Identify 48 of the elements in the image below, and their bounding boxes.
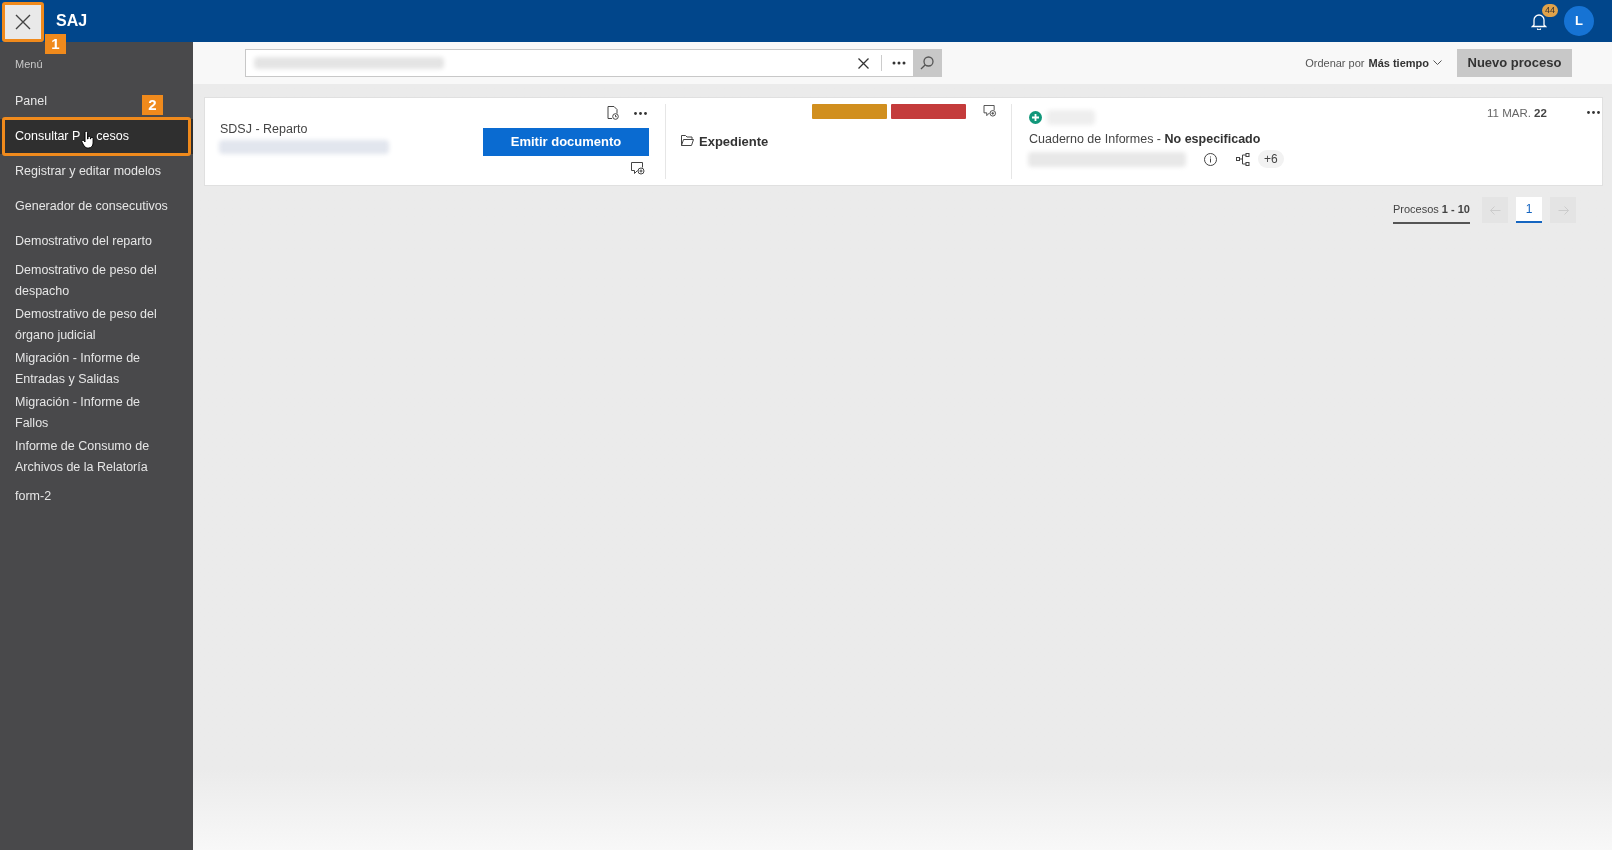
add-comment-icon bbox=[983, 105, 997, 117]
notebook-label: Cuaderno de Informes - No especificado bbox=[1029, 131, 1261, 148]
page-range: Procesos 1 - 10 bbox=[1392, 197, 1470, 224]
emit-document-button[interactable]: Emitir documento bbox=[483, 128, 649, 156]
sidebar-item[interactable]: Panel bbox=[15, 92, 47, 111]
sidebar-item[interactable]: Migración - Informe de Fallos bbox=[15, 392, 178, 434]
sidebar-item[interactable]: Registrar y editar modelos bbox=[15, 162, 161, 181]
add-icon bbox=[1029, 111, 1042, 124]
add-comment-icon bbox=[631, 162, 645, 175]
notification-count: 44 bbox=[1542, 4, 1558, 17]
sort-dropdown[interactable]: Ordenar por Más tiempo bbox=[1305, 54, 1442, 72]
new-process-button[interactable]: Nuevo proceso bbox=[1457, 49, 1572, 77]
app-title: SAJ bbox=[56, 11, 88, 31]
folder-label[interactable]: Expediente bbox=[699, 132, 769, 152]
close-icon bbox=[857, 57, 869, 69]
search-icon bbox=[920, 56, 934, 70]
hierarchy-icon bbox=[1236, 153, 1250, 166]
step-badge: 2 bbox=[142, 95, 163, 115]
search-button[interactable] bbox=[913, 50, 941, 76]
office-name: SDSJ - Reparto bbox=[220, 121, 308, 138]
sidebar-item[interactable]: form-2 bbox=[15, 487, 52, 506]
more-icon bbox=[892, 61, 906, 65]
menu-heading: Menú bbox=[14, 57, 44, 72]
sidebar-item[interactable]: Demostrativo del reparto bbox=[15, 232, 152, 251]
close-icon bbox=[15, 14, 31, 30]
arrow-left-icon bbox=[1489, 205, 1501, 215]
sidebar-item[interactable]: Demostrativo de peso del despacho bbox=[15, 260, 178, 302]
arrow-right-icon bbox=[1557, 205, 1569, 215]
sidebar-item[interactable]: Demostrativo de peso del órgano judicial bbox=[15, 304, 178, 346]
date-label: 11 MAR. 22 bbox=[1487, 106, 1547, 121]
info-icon bbox=[1204, 153, 1217, 166]
bell-icon bbox=[1531, 12, 1547, 30]
more-icon bbox=[1586, 110, 1600, 114]
step-badge: 1 bbox=[45, 34, 66, 54]
close-menu-button[interactable] bbox=[2, 2, 44, 42]
sidebar-item[interactable]: Generador de consecutivos bbox=[15, 197, 168, 216]
document-clock-icon bbox=[607, 106, 619, 120]
user-avatar[interactable]: L bbox=[1564, 6, 1594, 36]
page-button[interactable]: 1 bbox=[1516, 197, 1542, 224]
search-field[interactable] bbox=[245, 49, 942, 77]
more-icon bbox=[633, 111, 647, 115]
sidebar-item[interactable]: Migración - Informe de Entradas y Salidas bbox=[15, 348, 178, 390]
chevron-down-icon bbox=[1433, 60, 1442, 66]
folder-icon bbox=[681, 135, 694, 146]
sidebar-item[interactable]: Consultar P cesos bbox=[0, 119, 193, 154]
extra-count[interactable]: +6 bbox=[1258, 150, 1284, 168]
hand-cursor-icon bbox=[81, 130, 96, 149]
sidebar-item[interactable]: Informe de Consumo de Archivos de la Relatoría bbox=[15, 436, 178, 478]
